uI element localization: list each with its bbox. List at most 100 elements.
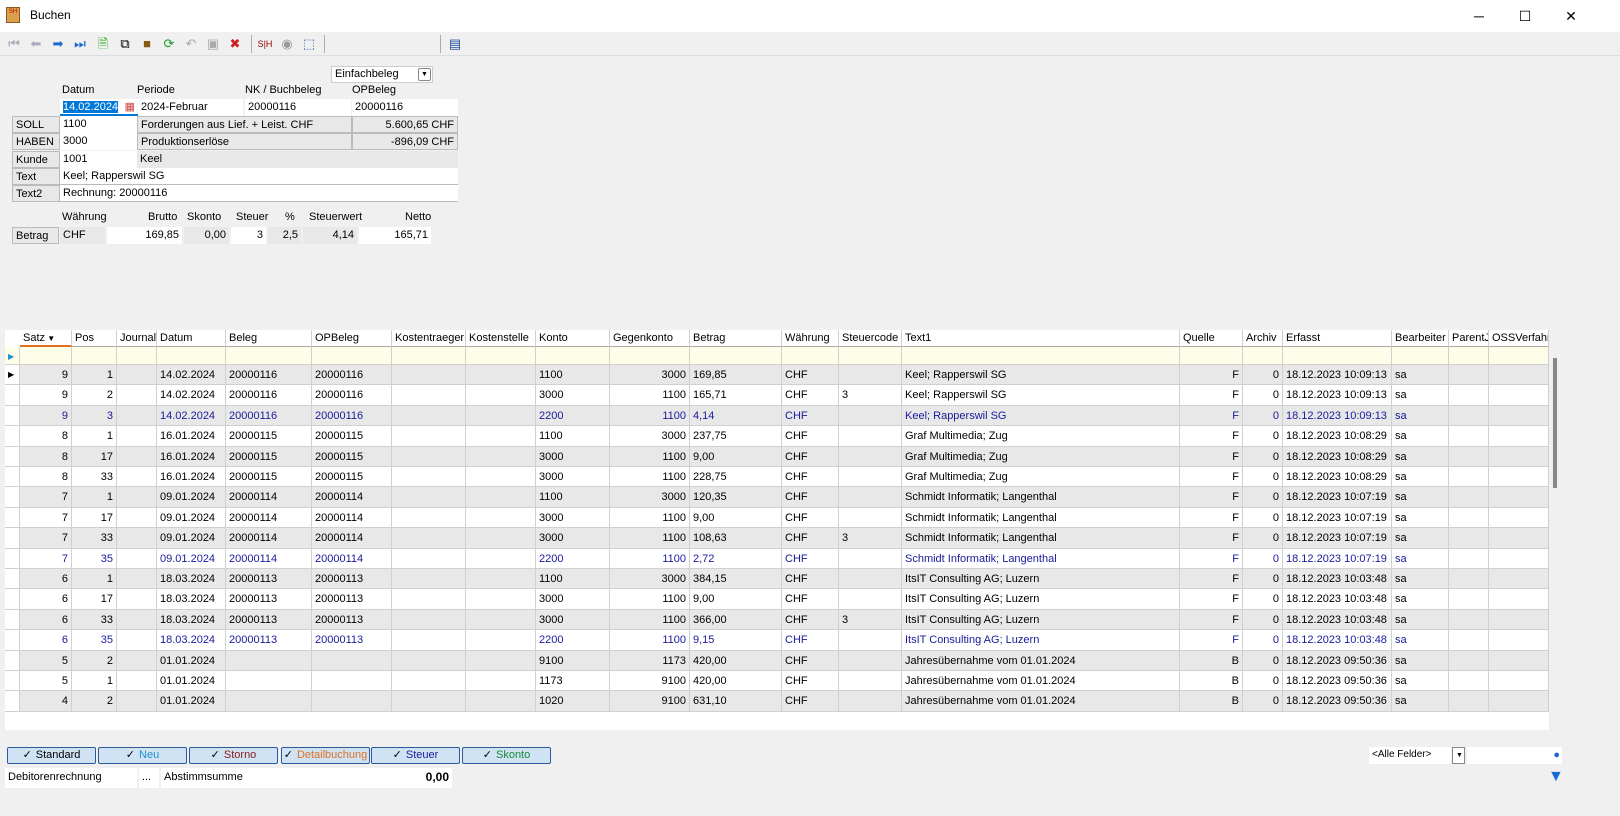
filter-cell[interactable] (1243, 347, 1283, 365)
bookings-grid[interactable]: Satz ▼ Pos Journal Datum Beleg OPBeleg Kostent… (5, 330, 1549, 730)
row-indicator[interactable] (5, 671, 20, 692)
column-header[interactable]: Quelle (1180, 330, 1243, 347)
minimize-button[interactable]: ─ (1456, 0, 1502, 32)
filter-cell[interactable] (312, 347, 392, 365)
filter-icon[interactable]: ▼ (1548, 768, 1564, 786)
table-row[interactable]: 5 2 01.01.2024 9100 1173 420,00 CHF Jahresübern… (5, 650, 1549, 671)
save-icon[interactable]: ▣ (204, 35, 222, 53)
filter-toggle-storno[interactable]: ✓ Storno (189, 747, 278, 764)
filter-cell[interactable] (902, 347, 1180, 365)
table-row[interactable]: 8 1 16.01.2024 20000115 20000115 1100 3000 237,… (5, 426, 1549, 447)
filter-cell[interactable] (392, 347, 466, 365)
table-row[interactable]: 6 17 18.03.2024 20000113 20000113 3000 1100 9,0… (5, 589, 1549, 610)
opbeleg-input[interactable]: 20000116 (352, 99, 458, 116)
table-row[interactable]: 7 1 09.01.2024 20000114 20000114 1100 3000 120,… (5, 487, 1549, 508)
row-indicator[interactable] (5, 609, 20, 631)
column-header[interactable]: Bearbeiter (1392, 330, 1449, 347)
column-header[interactable]: Kostentraeger (392, 330, 466, 347)
nk-input[interactable]: 20000116 (245, 99, 351, 116)
copy-icon[interactable]: ⧉ (116, 35, 134, 53)
filter-cell[interactable] (226, 347, 312, 365)
table-row[interactable]: 7 17 09.01.2024 20000114 20000114 3000 1100 9,0… (5, 507, 1549, 529)
column-header[interactable]: OSSVerfahren (1489, 330, 1549, 347)
row-indicator[interactable] (5, 548, 20, 569)
netto-input[interactable]: 165,71 (359, 227, 431, 244)
table-row[interactable]: ▶ 9 1 14.02.2024 20000116 20000116 1100 3000 169… (5, 365, 1549, 386)
brutto-input[interactable]: 169,85 (107, 227, 182, 244)
column-header[interactable]: Beleg (226, 330, 312, 347)
new-record-icon[interactable]: 🗎 (94, 35, 112, 53)
table-row[interactable]: 4 2 01.01.2024 1020 9100 631,10 CHF Jahresübern… (5, 691, 1549, 712)
cursor-select-icon[interactable]: ⬚ (300, 35, 318, 53)
steuer-input[interactable]: 3 (231, 227, 266, 244)
row-indicator[interactable] (5, 446, 20, 467)
row-indicator[interactable] (5, 691, 20, 712)
filter-cell[interactable] (1489, 347, 1549, 365)
filter-cell[interactable] (72, 347, 117, 365)
filter-toggle-skonto[interactable]: ✓ Skonto (462, 747, 551, 764)
periode-select[interactable]: 2024-Februar (138, 99, 243, 116)
haben-konto-input[interactable]: 3000 (60, 133, 137, 150)
first-record-icon[interactable]: ⏮ (5, 35, 23, 53)
package-icon[interactable]: ■ (138, 35, 156, 53)
table-row[interactable]: 8 33 16.01.2024 20000115 20000115 3000 1100 228… (5, 467, 1549, 488)
table-row[interactable]: 6 1 18.03.2024 20000113 20000113 1100 3000 384,… (5, 569, 1549, 590)
text-input[interactable]: Keel; Rapperswil SG (60, 168, 458, 185)
filter-cell[interactable] (157, 347, 226, 365)
row-indicator[interactable]: ▶ (5, 365, 20, 386)
row-indicator[interactable] (5, 528, 20, 549)
filter-cell[interactable] (690, 347, 782, 365)
last-record-icon[interactable]: ⏭ (71, 35, 89, 53)
search-go-icon[interactable]: ● (1553, 747, 1560, 763)
soll-konto-input[interactable]: 1100 (60, 116, 137, 133)
soll-haben-icon[interactable]: S|H (256, 35, 274, 53)
chevron-down-icon[interactable]: ▼ (418, 68, 431, 81)
filter-row[interactable]: ▶ (5, 347, 1549, 365)
column-header[interactable]: Konto (536, 330, 610, 347)
column-header[interactable]: Archiv (1243, 330, 1283, 347)
search-input[interactable]: ● (1467, 747, 1562, 764)
filter-toggle-neu[interactable]: ✓ Neu (98, 747, 187, 764)
filter-cell[interactable] (117, 347, 157, 365)
column-header[interactable]: Satz ▼ (20, 330, 72, 347)
column-header[interactable]: Währung (782, 330, 839, 347)
filter-toggle-detailbuchung[interactable]: ✓ Detailbuchung (281, 747, 370, 764)
next-record-icon[interactable]: ➡ (49, 35, 67, 53)
row-indicator[interactable] (5, 507, 20, 529)
book-icon[interactable]: ▤ (446, 35, 464, 53)
kunde-input[interactable]: 1001 (60, 151, 137, 168)
table-row[interactable]: 7 33 09.01.2024 20000114 20000114 3000 1100 108… (5, 528, 1549, 549)
column-header[interactable]: Erfasst (1283, 330, 1392, 347)
previous-record-icon[interactable]: ⬅ (27, 35, 45, 53)
column-header[interactable]: Text1 (902, 330, 1180, 347)
filter-cell[interactable] (1180, 347, 1243, 365)
row-indicator[interactable] (5, 426, 20, 447)
close-button[interactable]: ✕ (1548, 0, 1594, 32)
column-header[interactable]: ParentJournal (1449, 330, 1489, 347)
row-indicator[interactable] (5, 630, 20, 651)
filter-cell[interactable] (1449, 347, 1489, 365)
table-row[interactable]: 9 3 14.02.2024 20000116 20000116 2200 1100 4,14… (5, 405, 1549, 427)
maximize-button[interactable]: ☐ (1502, 0, 1548, 32)
filter-cell[interactable] (1283, 347, 1392, 365)
search-field-dropdown-icon[interactable]: ▼ (1452, 747, 1465, 764)
column-header[interactable]: Kostenstelle (466, 330, 536, 347)
table-row[interactable]: 6 35 18.03.2024 20000113 20000113 2200 1100 9,1… (5, 630, 1549, 651)
table-row[interactable]: 7 35 09.01.2024 20000114 20000114 2200 1100 2,7… (5, 548, 1549, 569)
undo-icon[interactable]: ↶ (182, 35, 200, 53)
mode-select[interactable]: Einfachbeleg ▼ (331, 66, 433, 83)
column-header[interactable]: Datum (157, 330, 226, 347)
filter-cell[interactable] (1392, 347, 1449, 365)
table-row[interactable]: 5 1 01.01.2024 1173 9100 420,00 CHF Jahresübern… (5, 671, 1549, 692)
row-indicator[interactable] (5, 650, 20, 671)
column-header[interactable]: Steuercode (839, 330, 902, 347)
row-indicator[interactable] (5, 569, 20, 590)
row-indicator[interactable] (5, 405, 20, 427)
text2-input[interactable]: Rechnung: 20000116 (60, 185, 458, 202)
vertical-scrollbar[interactable] (1553, 358, 1557, 488)
filter-toggle-standard[interactable]: ✓ Standard (7, 747, 96, 764)
delete-icon[interactable]: ✖ (226, 35, 244, 53)
row-indicator[interactable] (5, 487, 20, 508)
row-indicator[interactable] (5, 589, 20, 610)
more-button[interactable]: ... (139, 768, 159, 788)
